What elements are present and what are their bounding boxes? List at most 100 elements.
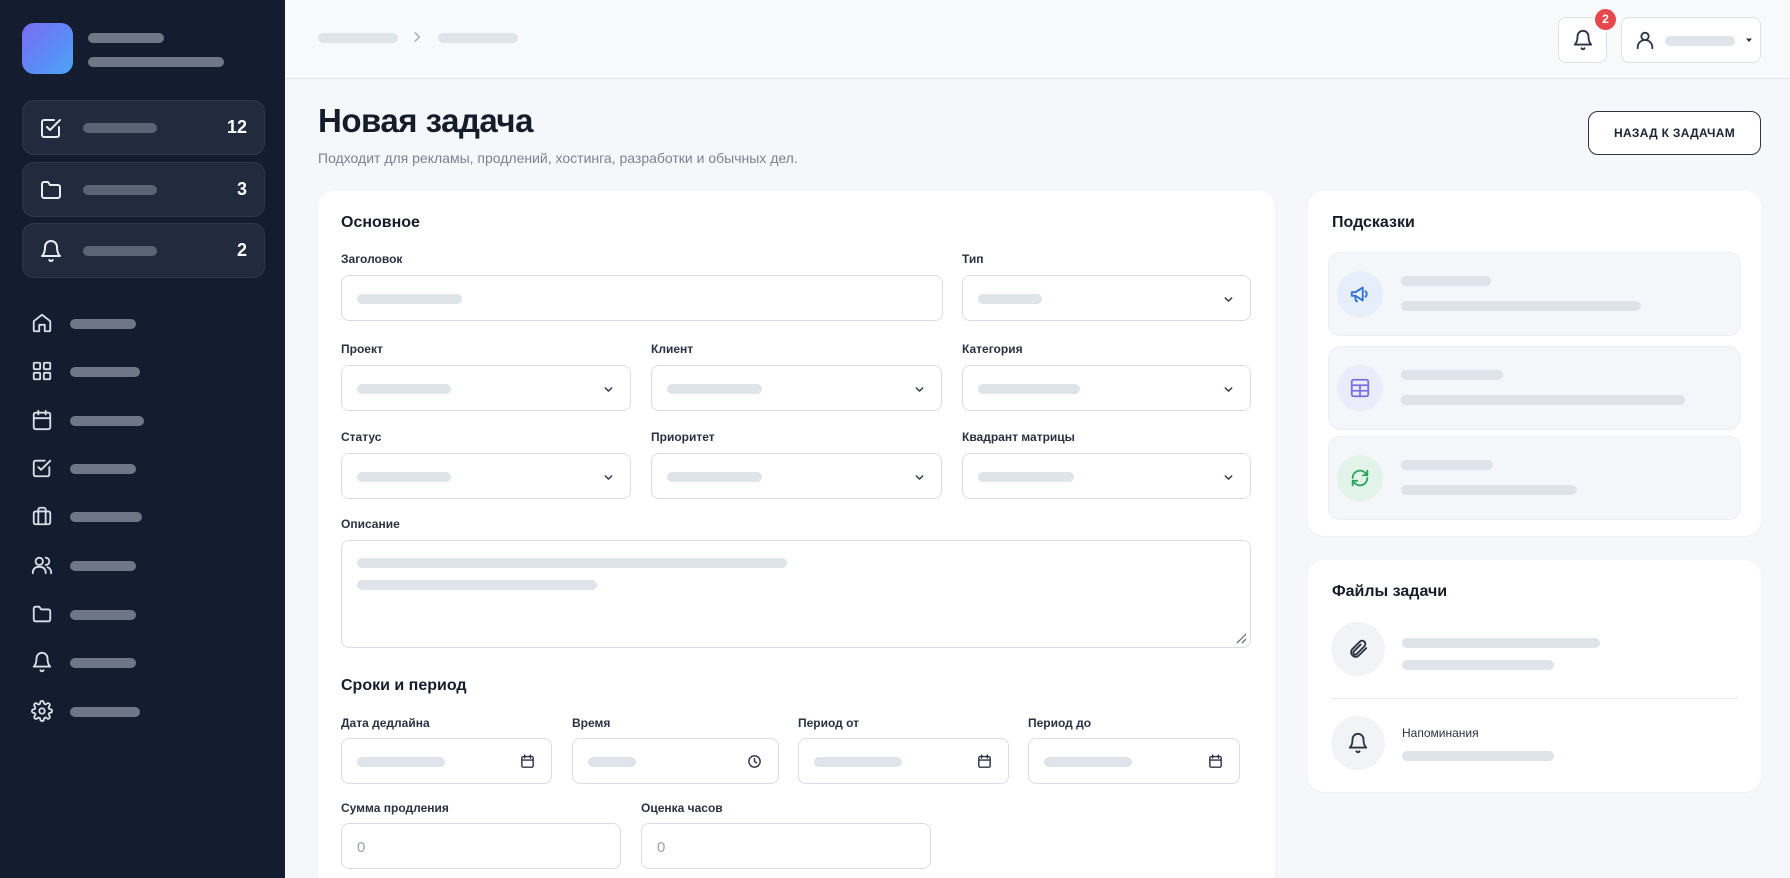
period-to-input[interactable] <box>1028 738 1240 784</box>
stat-label-placeholder <box>83 246 157 256</box>
time-label: Время <box>572 716 611 730</box>
paperclip-icon <box>1350 639 1368 658</box>
stat-label-placeholder <box>83 123 157 133</box>
megaphone-icon <box>1350 286 1368 303</box>
brand-name-placeholder <box>88 33 164 43</box>
description-label: Описание <box>341 517 400 531</box>
calendar-icon[interactable] <box>976 753 993 770</box>
nav-item-users[interactable] <box>28 549 258 583</box>
users-icon <box>31 556 53 575</box>
nav-item-home[interactable] <box>28 307 258 341</box>
nav-label-placeholder <box>70 319 136 329</box>
hint-item[interactable] <box>1328 252 1741 336</box>
nav-item-clients[interactable] <box>28 500 258 534</box>
notification-badge: 2 <box>1595 9 1616 30</box>
nav-item-calendar[interactable] <box>28 404 258 438</box>
hints-title: Подсказки <box>1332 214 1415 231</box>
type-select[interactable] <box>962 275 1251 321</box>
status-select[interactable] <box>341 453 631 499</box>
brand-logo[interactable] <box>22 23 73 74</box>
refresh-icon <box>1351 469 1369 487</box>
sidebar: 12 3 2 <box>0 0 285 878</box>
category-select[interactable] <box>962 365 1251 411</box>
task-files-card: Файлы задачи Напоминания <box>1308 560 1761 792</box>
status-label: Статус <box>341 430 382 444</box>
user-menu-button[interactable] <box>1621 17 1761 63</box>
type-label: Тип <box>962 252 984 266</box>
home-icon <box>32 313 52 333</box>
breadcrumb-item-placeholder[interactable] <box>318 33 398 43</box>
nav-label-placeholder <box>70 610 136 620</box>
stat-card-tasks[interactable]: 12 <box>22 100 265 155</box>
hint-text-placeholder <box>1401 485 1577 495</box>
period-from-label: Период от <box>798 716 860 730</box>
hours-estimate-input[interactable]: 0 <box>641 823 931 869</box>
nav-label-placeholder <box>70 512 142 522</box>
hint-title-placeholder <box>1401 370 1503 380</box>
period-from-input[interactable] <box>798 738 1009 784</box>
stat-card-reminders[interactable]: 2 <box>22 223 265 278</box>
nav-item-settings[interactable] <box>28 695 258 729</box>
user-name-placeholder <box>1665 36 1735 46</box>
nav-item-files[interactable] <box>28 598 258 632</box>
deadline-date-input[interactable] <box>341 738 552 784</box>
time-input[interactable] <box>572 738 779 784</box>
file-meta-placeholder <box>1402 660 1554 670</box>
calendar-icon <box>32 409 52 431</box>
calendar-icon[interactable] <box>519 753 536 770</box>
renewal-amount-input[interactable]: 0 <box>341 823 621 869</box>
chevron-down-icon <box>604 387 613 392</box>
file-name-placeholder <box>1402 638 1600 648</box>
title-input[interactable] <box>341 275 943 321</box>
hours-estimate-label: Оценка часов <box>641 801 723 815</box>
user-icon <box>1636 31 1654 50</box>
caret-down-icon <box>1746 38 1752 42</box>
reminder-text-placeholder <box>1402 751 1554 761</box>
attach-button[interactable] <box>1331 622 1385 676</box>
hint-icon-wrap <box>1337 365 1383 411</box>
bell-icon <box>1348 733 1368 754</box>
hint-icon-wrap <box>1337 271 1383 317</box>
hint-item[interactable] <box>1328 346 1741 430</box>
clock-icon[interactable] <box>746 753 763 770</box>
bell-icon <box>1573 30 1593 51</box>
category-label: Категория <box>962 342 1023 356</box>
project-select[interactable] <box>341 365 631 411</box>
select-value-placeholder <box>978 294 1042 304</box>
project-label: Проект <box>341 342 383 356</box>
nav-item-tasks[interactable] <box>28 452 258 486</box>
input-value-placeholder <box>1044 757 1132 767</box>
input-placeholder: 0 <box>657 839 666 856</box>
reminder-button[interactable] <box>1331 716 1385 770</box>
nav-item-notifications[interactable] <box>28 646 258 680</box>
stat-card-projects[interactable]: 3 <box>22 162 265 217</box>
page-subtitle: Подходит для рекламы, продлений, хостинг… <box>318 150 798 166</box>
calendar-icon[interactable] <box>1207 753 1224 770</box>
task-form-card: Основное Заголовок Тип Проект Клиент Кат… <box>318 191 1275 878</box>
resize-handle-icon[interactable] <box>1235 632 1247 644</box>
priority-select[interactable] <box>651 453 942 499</box>
chevron-right-icon <box>414 32 421 42</box>
chevron-down-icon <box>915 387 924 392</box>
select-value-placeholder <box>357 384 451 394</box>
back-to-tasks-button[interactable]: НАЗАД К ЗАДАЧАМ <box>1588 111 1761 155</box>
client-select[interactable] <box>651 365 942 411</box>
stat-count: 2 <box>236 240 247 260</box>
nav-item-dashboard[interactable] <box>28 355 258 389</box>
hint-text-placeholder <box>1401 301 1641 311</box>
title-label: Заголовок <box>341 252 403 266</box>
description-textarea[interactable] <box>341 540 1251 648</box>
text-line-placeholder <box>357 558 787 568</box>
select-value-placeholder <box>667 472 762 482</box>
brand-subtitle-placeholder <box>88 57 224 67</box>
hint-item[interactable] <box>1328 436 1741 520</box>
section-title-dates: Сроки и период <box>341 677 467 694</box>
chevron-down-icon <box>1224 387 1233 392</box>
files-title: Файлы задачи <box>1332 583 1448 600</box>
quadrant-label: Квадрант матрицы <box>962 430 1075 444</box>
quadrant-select[interactable] <box>962 453 1251 499</box>
input-placeholder: 0 <box>357 839 366 856</box>
deadline-label: Дата дедлайна <box>341 716 430 730</box>
breadcrumb-item-placeholder <box>438 33 518 43</box>
checkbox-icon <box>32 459 52 478</box>
